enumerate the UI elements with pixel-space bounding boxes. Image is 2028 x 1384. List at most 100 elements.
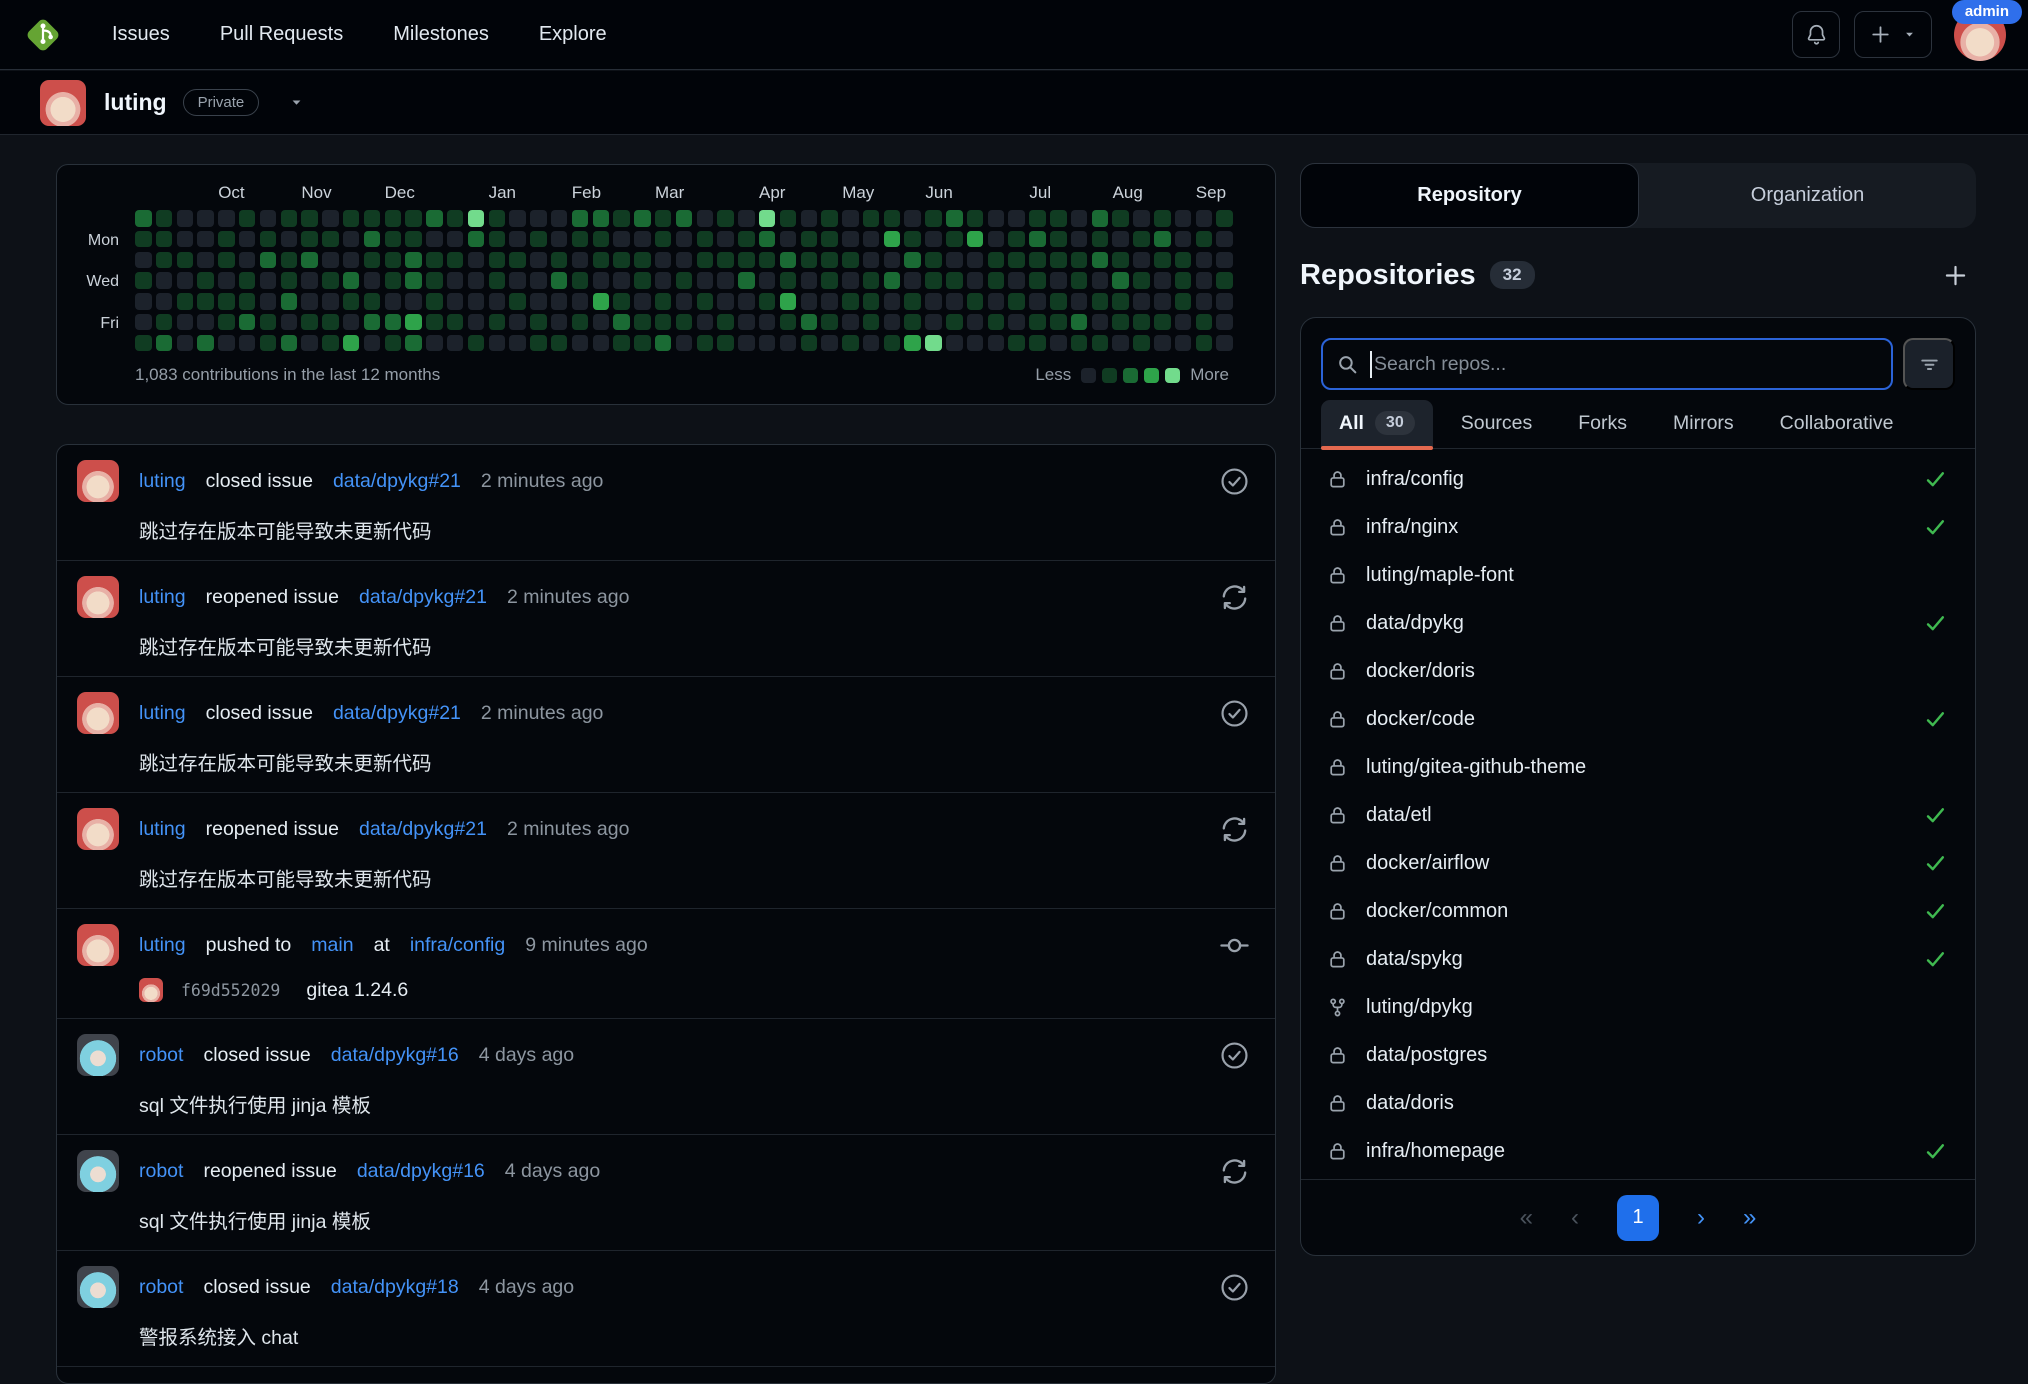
feed-user-link[interactable]: luting	[139, 702, 186, 725]
heatmap-cell[interactable]	[426, 251, 443, 269]
heatmap-cell[interactable]	[738, 272, 755, 289]
heatmap-cell[interactable]	[904, 230, 921, 248]
heatmap-cell[interactable]	[862, 293, 880, 310]
heatmap-cell[interactable]	[842, 334, 859, 352]
heatmap-cell[interactable]	[1091, 230, 1109, 248]
heatmap-cell[interactable]	[1070, 334, 1088, 352]
heatmap-cell[interactable]	[384, 251, 402, 269]
feed-user-link[interactable]: robot	[139, 1160, 183, 1183]
heatmap-cell[interactable]	[509, 313, 526, 331]
heatmap-cell[interactable]	[696, 210, 714, 227]
heatmap-cell[interactable]	[1112, 313, 1129, 331]
heatmap-cell[interactable]	[613, 293, 630, 310]
repo-row[interactable]: data/spykg	[1301, 935, 1975, 983]
heatmap-cell[interactable]	[405, 272, 422, 289]
heatmap-cell[interactable]	[342, 272, 360, 289]
heatmap-cell[interactable]	[280, 251, 298, 269]
heatmap-cell[interactable]	[363, 251, 381, 269]
heatmap-cell[interactable]	[862, 272, 880, 289]
heatmap-cell[interactable]	[488, 251, 506, 269]
heatmap-cell[interactable]	[509, 210, 526, 227]
heatmap-cell[interactable]	[1112, 251, 1129, 269]
feed-repo-link[interactable]: data/dpykg#21	[333, 470, 461, 493]
heatmap-cell[interactable]	[342, 313, 360, 331]
repo-name-link[interactable]: infra/nginx	[1366, 516, 1458, 539]
heatmap-cell[interactable]	[654, 334, 672, 352]
heatmap-cell[interactable]	[779, 272, 797, 289]
heatmap-cell[interactable]	[842, 230, 859, 248]
heatmap-cell[interactable]	[1112, 334, 1129, 352]
gitea-logo[interactable]	[20, 12, 66, 58]
heatmap-cell[interactable]	[197, 230, 214, 248]
heatmap-cell[interactable]	[717, 334, 734, 352]
heatmap-cell[interactable]	[363, 293, 381, 310]
pagination-first-button[interactable]: «	[1520, 1205, 1533, 1230]
heatmap-cell[interactable]	[155, 272, 173, 289]
heatmap-cell[interactable]	[821, 334, 838, 352]
heatmap-cell[interactable]	[322, 230, 339, 248]
heatmap-cell[interactable]	[904, 272, 921, 289]
heatmap-cell[interactable]	[218, 230, 235, 248]
heatmap-cell[interactable]	[363, 272, 381, 289]
repo-name-link[interactable]: docker/doris	[1366, 660, 1475, 683]
heatmap-cell[interactable]	[550, 293, 568, 310]
heatmap-cell[interactable]	[530, 251, 547, 269]
heatmap-cell[interactable]	[467, 293, 485, 310]
heatmap-cell[interactable]	[883, 334, 901, 352]
heatmap-cell[interactable]	[758, 313, 776, 331]
heatmap-cell[interactable]	[405, 251, 422, 269]
profile-avatar[interactable]	[40, 79, 86, 126]
heatmap-cell[interactable]	[1195, 251, 1213, 269]
heatmap-cell[interactable]	[488, 210, 506, 227]
heatmap-cell[interactable]	[1133, 210, 1150, 227]
heatmap-cell[interactable]	[758, 210, 776, 227]
heatmap-cell[interactable]	[904, 251, 921, 269]
heatmap-cell[interactable]	[925, 251, 942, 269]
heatmap-cell[interactable]	[1050, 293, 1067, 310]
heatmap-cell[interactable]	[1091, 272, 1109, 289]
tab-organization[interactable]: Organization	[1639, 163, 1976, 228]
heatmap-cell[interactable]	[613, 313, 630, 331]
heatmap-cell[interactable]	[176, 293, 194, 310]
heatmap-cell[interactable]	[1070, 251, 1088, 269]
heatmap-cell[interactable]	[1029, 293, 1046, 310]
heatmap-cell[interactable]	[322, 210, 339, 227]
heatmap-cell[interactable]	[1008, 334, 1025, 352]
heatmap-cell[interactable]	[592, 251, 610, 269]
heatmap-cell[interactable]	[467, 230, 485, 248]
heatmap-cell[interactable]	[883, 293, 901, 310]
repo-row[interactable]: infra/nginx	[1301, 503, 1975, 551]
feed-user-link[interactable]: robot	[139, 1276, 183, 1299]
heatmap-cell[interactable]	[1174, 210, 1192, 227]
heatmap-cell[interactable]	[883, 230, 901, 248]
heatmap-cell[interactable]	[654, 293, 672, 310]
heatmap-cell[interactable]	[1070, 210, 1088, 227]
heatmap-cell[interactable]	[1029, 334, 1046, 352]
heatmap-cell[interactable]	[176, 210, 194, 227]
heatmap-cell[interactable]	[509, 293, 526, 310]
heatmap-cell[interactable]	[571, 334, 589, 352]
heatmap-cell[interactable]	[342, 251, 360, 269]
heatmap-cell[interactable]	[218, 313, 235, 331]
repo-row[interactable]: data/postgres	[1301, 1031, 1975, 1079]
heatmap-cell[interactable]	[842, 251, 859, 269]
heatmap-cell[interactable]	[821, 251, 838, 269]
heatmap-cell[interactable]	[904, 334, 921, 352]
heatmap-cell[interactable]	[1174, 334, 1192, 352]
heatmap-cell[interactable]	[696, 272, 714, 289]
heatmap-cell[interactable]	[197, 210, 214, 227]
heatmap-cell[interactable]	[301, 293, 318, 310]
heatmap-cell[interactable]	[322, 272, 339, 289]
heatmap-cell[interactable]	[1133, 334, 1150, 352]
heatmap-cell[interactable]	[446, 210, 464, 227]
heatmap-cell[interactable]	[197, 272, 214, 289]
heatmap-cell[interactable]	[446, 293, 464, 310]
heatmap-cell[interactable]	[1008, 230, 1025, 248]
heatmap-cell[interactable]	[821, 313, 838, 331]
heatmap-cell[interactable]	[488, 272, 506, 289]
heatmap-cell[interactable]	[426, 272, 443, 289]
heatmap-cell[interactable]	[135, 230, 152, 248]
heatmap-cell[interactable]	[654, 313, 672, 331]
heatmap-cell[interactable]	[446, 272, 464, 289]
heatmap-cell[interactable]	[592, 210, 610, 227]
